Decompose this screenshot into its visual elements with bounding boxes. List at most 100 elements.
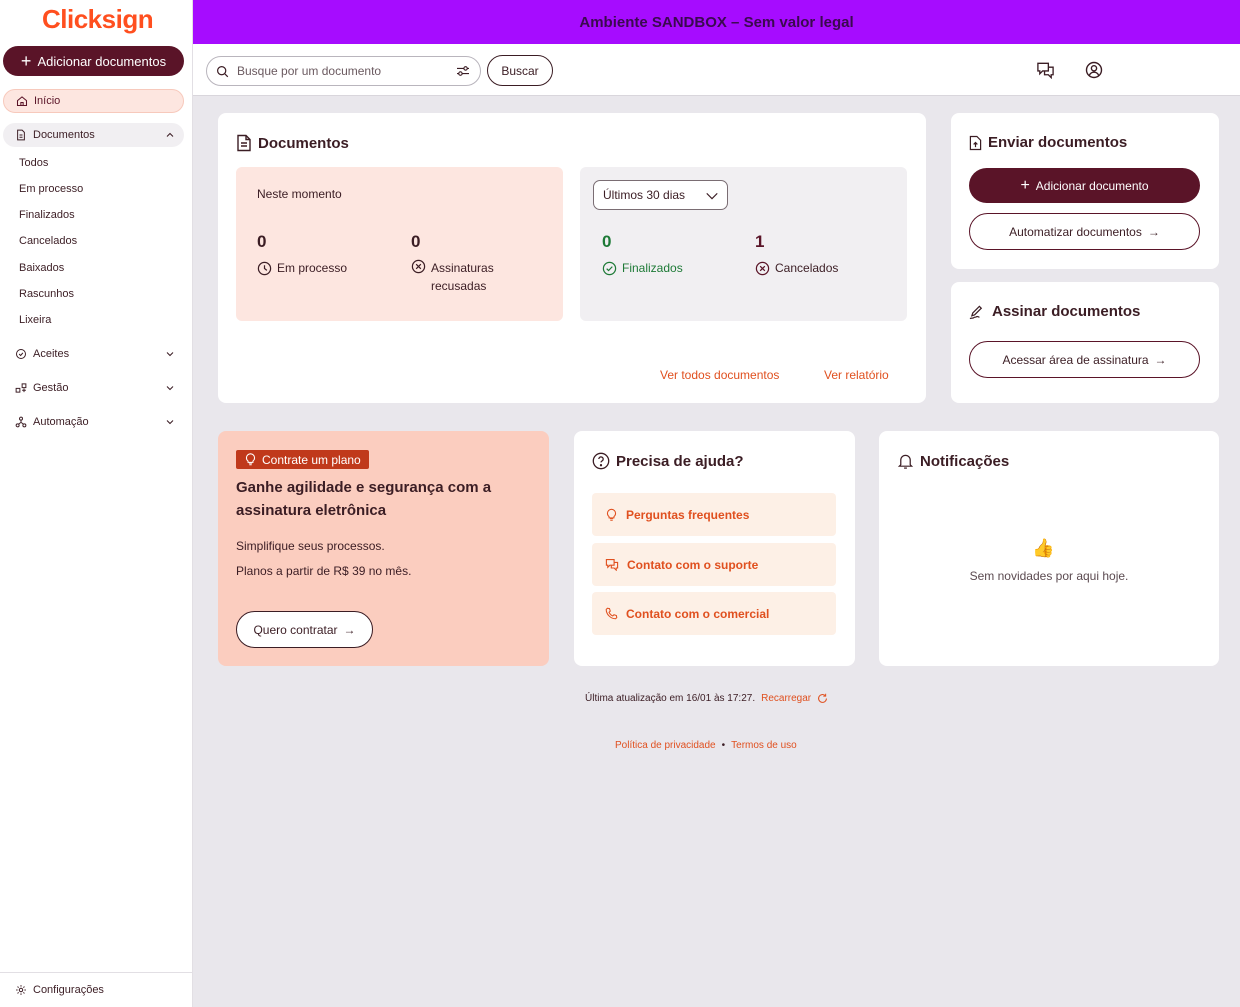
in-process-label: Em processo — [277, 261, 348, 275]
button-label: Automatizar documentos — [1009, 224, 1142, 239]
canceled-label: Cancelados — [775, 261, 839, 275]
in-process-count: 0 — [257, 232, 267, 251]
filter-icon[interactable] — [456, 65, 470, 77]
search-button[interactable]: Buscar — [487, 55, 553, 86]
card-title-text: Enviar documentos — [988, 134, 1128, 151]
button-label: Adicionar documento — [1035, 178, 1149, 193]
sidebar-item-aceites[interactable]: Aceites — [3, 342, 184, 366]
card-title-text: Notificações — [920, 452, 1010, 470]
sidebar-item-label: Configurações — [33, 984, 104, 996]
faq-link[interactable]: Perguntas frequentes — [592, 493, 836, 536]
sidebar-item-label: Documentos — [33, 129, 95, 141]
finished-count: 0 — [602, 232, 612, 251]
refused-count: 0 — [411, 232, 421, 251]
add-documents-button[interactable]: + Adicionar documentos — [3, 46, 184, 76]
chevron-down-icon[interactable] — [164, 416, 176, 428]
arrow-right-icon: → — [1154, 352, 1167, 367]
card-title-text: Documentos — [258, 134, 349, 152]
refresh-icon[interactable] — [817, 693, 828, 704]
period-select[interactable]: Últimos 30 dias — [593, 180, 728, 210]
thumbs-up-icon: 👍 — [1032, 538, 1055, 558]
refused-label-line2: recusadas — [431, 279, 487, 293]
user-account-icon[interactable] — [1085, 61, 1103, 79]
add-document-button[interactable]: + Adicionar documento — [969, 168, 1200, 203]
in-process-stat[interactable]: Em processo — [257, 259, 347, 277]
sidebar-item-label: Automação — [33, 416, 89, 428]
gear-icon — [16, 985, 26, 995]
plan-line-1: Simplifique seus processos. — [236, 539, 385, 553]
period-status-box: Últimos 30 dias 0 Finalizados 1 Cancelad… — [580, 167, 907, 321]
notifications-empty-text: Sem novidades por aqui hoje. — [969, 569, 1129, 583]
button-label: Quero contratar — [253, 622, 338, 637]
search-box[interactable] — [206, 56, 481, 86]
sidebar-subitem-cancelados[interactable]: Cancelados — [19, 235, 77, 247]
card-title-text: Precisa de ajuda? — [616, 452, 744, 470]
lightbulb-icon — [245, 453, 256, 466]
chevron-up-icon[interactable] — [164, 129, 176, 141]
refused-label: Assinaturas recusadas — [431, 259, 494, 295]
sidebar-subitem-em-processo[interactable]: Em processo — [19, 183, 83, 195]
canceled-stat[interactable]: Cancelados — [755, 259, 838, 277]
help-item-label: Contato com o comercial — [626, 606, 770, 621]
support-contact-link[interactable]: Contato com o suporte — [592, 543, 836, 586]
sidebar-item-automacao[interactable]: Automação — [3, 410, 184, 434]
clicksign-logo[interactable]: Clicksign — [42, 4, 154, 35]
automate-documents-button[interactable]: Automatizar documentos → — [969, 213, 1200, 250]
refused-stat[interactable]: Assinaturas recusadas — [411, 259, 494, 295]
question-circle-icon — [592, 452, 610, 470]
plan-heading: Ganhe agilidade e segurança com a assina… — [236, 479, 492, 519]
reload-link[interactable]: Recarregar — [761, 693, 811, 704]
sidebar-item-gestao[interactable]: Gestão — [3, 376, 184, 400]
search-icon — [217, 65, 229, 77]
search-input[interactable] — [237, 64, 447, 78]
plus-icon: + — [1020, 176, 1030, 194]
top-header: Buscar — [193, 44, 1240, 96]
arrow-right-icon: → — [1147, 224, 1160, 239]
sidebar-subitem-baixados[interactable]: Baixados — [19, 262, 64, 274]
help-card: Precisa de ajuda? Perguntas frequentes C… — [574, 431, 855, 666]
last-update-bar: Última atualização em 16/01 às 17:27. Re… — [585, 693, 828, 704]
sidebar-item-home[interactable]: Início — [3, 89, 184, 113]
view-report-link[interactable]: Ver relatório — [824, 368, 889, 382]
management-icon — [15, 383, 27, 393]
separator-dot: • — [721, 740, 726, 751]
plan-badge: Contrate um plano — [236, 450, 369, 469]
hire-plan-button[interactable]: Quero contratar → — [236, 611, 373, 648]
send-card-title: Enviar documentos — [969, 134, 1127, 151]
help-item-label: Perguntas frequentes — [626, 507, 750, 522]
sign-documents-card: Assinar documentos Acessar área de assin… — [951, 282, 1219, 403]
clock-icon — [257, 261, 272, 276]
help-item-label: Contato com o suporte — [627, 557, 759, 572]
sidebar-subitem-rascunhos[interactable]: Rascunhos — [19, 288, 74, 300]
plan-line-2: Planos a partir de R$ 39 no mês. — [236, 564, 412, 578]
sidebar-subitem-finalizados[interactable]: Finalizados — [19, 209, 75, 221]
access-signing-area-button[interactable]: Acessar área de assinatura → — [969, 341, 1200, 378]
notifications-card: Notificações 👍 Sem novidades por aqui ho… — [879, 431, 1219, 666]
notifications-card-title: Notificações — [897, 452, 1009, 470]
sidebar-subitem-lixeira[interactable]: Lixeira — [19, 314, 51, 326]
sidebar-item-label: Início — [34, 95, 61, 107]
finished-stat[interactable]: Finalizados — [602, 259, 683, 277]
card-title-text: Assinar documentos — [992, 303, 1141, 320]
help-card-title: Precisa de ajuda? — [592, 452, 744, 470]
privacy-policy-link[interactable]: Política de privacidade — [615, 740, 716, 751]
chevron-down-icon[interactable] — [164, 348, 176, 360]
refused-label-line1: Assinaturas — [431, 261, 494, 275]
sidebar-item-settings[interactable]: Configurações — [0, 972, 192, 1007]
check-circle-icon — [602, 261, 617, 276]
canceled-count: 1 — [755, 232, 765, 251]
sidebar-subitem-todos[interactable]: Todos — [19, 157, 48, 169]
chat-icon[interactable] — [1036, 61, 1055, 79]
terms-of-use-link[interactable]: Termos de uso — [731, 740, 797, 751]
sidebar-item-documents[interactable]: Documentos — [3, 123, 184, 147]
sales-contact-link[interactable]: Contato com o comercial — [592, 592, 836, 635]
sign-card-title: Assinar documentos — [969, 303, 1140, 320]
phone-icon — [605, 607, 618, 620]
chevron-down-icon — [706, 192, 718, 200]
plan-promo-card: Contrate um plano Ganhe agilidade e segu… — [218, 431, 549, 666]
signature-pen-icon — [969, 304, 983, 319]
arrow-right-icon: → — [343, 622, 356, 637]
view-all-documents-link[interactable]: Ver todos documentos — [660, 368, 779, 382]
chevron-down-icon[interactable] — [164, 382, 176, 394]
x-circle-icon — [411, 259, 426, 274]
